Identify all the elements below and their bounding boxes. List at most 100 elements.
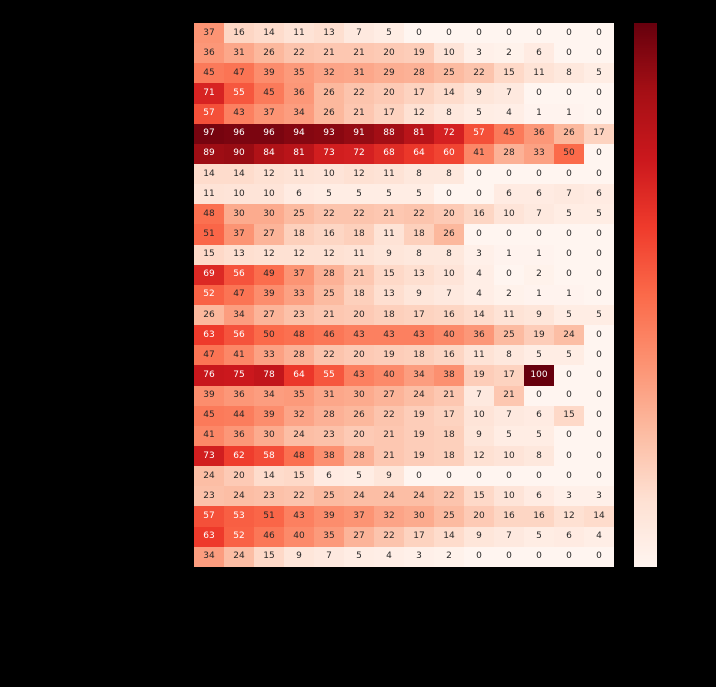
heatmap-cell: 1 [554,104,584,124]
heatmap-cell: 26 [434,224,464,244]
heatmap-cell: 9 [374,245,404,265]
heatmap-cell: 32 [374,506,404,526]
heatmap-cell: 37 [254,104,284,124]
heatmap-cell: 0 [404,466,434,486]
heatmap-cell: 0 [554,83,584,103]
heatmap-cell: 40 [434,325,464,345]
heatmap-cell: 23 [254,486,284,506]
heatmap-cell: 21 [344,265,374,285]
heatmap-cell: 17 [374,104,404,124]
heatmap-cell: 28 [494,144,524,164]
heatmap-cell: 14 [254,466,284,486]
heatmap-cell: 41 [464,144,494,164]
heatmap-cell: 0 [584,386,614,406]
heatmap-cell: 64 [284,365,314,385]
heatmap-cell: 28 [314,265,344,285]
heatmap-cell: 0 [494,224,524,244]
heatmap-cell: 0 [434,466,464,486]
heatmap-cell: 9 [464,426,494,446]
heatmap-cell: 23 [284,305,314,325]
heatmap-cell: 25 [434,63,464,83]
heatmap-cell: 22 [374,406,404,426]
heatmap-cell: 30 [254,204,284,224]
heatmap-cell: 81 [404,124,434,144]
heatmap-cell: 0 [584,285,614,305]
heatmap-cell: 5 [374,184,404,204]
heatmap-cell: 35 [314,527,344,547]
heatmap-cell: 11 [524,63,554,83]
heatmap-cell: 35 [284,386,314,406]
heatmap-cell: 89 [194,144,224,164]
heatmap-cell: 21 [434,386,464,406]
heatmap-cell: 23 [314,426,344,446]
heatmap-cell: 12 [284,245,314,265]
heatmap-cell: 26 [314,104,344,124]
heatmap-cell: 28 [344,446,374,466]
heatmap-cell: 5 [584,305,614,325]
heatmap-cell: 26 [194,305,224,325]
heatmap-cell: 10 [494,446,524,466]
heatmap-cell: 0 [584,365,614,385]
heatmap-cell: 19 [404,446,434,466]
heatmap-cell: 3 [464,245,494,265]
heatmap-cell: 0 [554,386,584,406]
heatmap-cell: 9 [404,285,434,305]
heatmap-cell: 39 [254,285,284,305]
heatmap-cell: 56 [224,265,254,285]
heatmap-cell: 0 [554,23,584,43]
heatmap-cell: 22 [344,83,374,103]
heatmap-cell: 37 [344,506,374,526]
heatmap-cell: 6 [524,43,554,63]
heatmap-cell: 21 [314,43,344,63]
heatmap-cell: 4 [494,104,524,124]
heatmap-cell: 33 [524,144,554,164]
heatmap-cell: 93 [314,124,344,144]
heatmap-cell: 0 [584,144,614,164]
heatmap-cell: 10 [314,164,344,184]
heatmap-cell: 34 [254,386,284,406]
heatmap-cell: 16 [314,224,344,244]
heatmap-cell: 5 [344,547,374,567]
heatmap-cell: 39 [254,406,284,426]
heatmap-cell: 12 [254,245,284,265]
heatmap-cell: 9 [284,547,314,567]
heatmap-cell: 0 [464,224,494,244]
heatmap-cell: 0 [494,547,524,567]
heatmap-cell: 18 [284,224,314,244]
heatmap-cell: 36 [194,43,224,63]
heatmap-cell: 31 [224,43,254,63]
heatmap-cell: 72 [344,144,374,164]
heatmap-cell: 0 [494,265,524,285]
heatmap-cell: 27 [254,224,284,244]
heatmap-cell: 6 [554,527,584,547]
heatmap-cell: 16 [434,305,464,325]
heatmap-cell: 8 [494,345,524,365]
heatmap-cell: 18 [434,446,464,466]
heatmap-cell: 43 [344,365,374,385]
heatmap-cell: 48 [284,325,314,345]
heatmap-cell: 24 [194,466,224,486]
heatmap-cell: 7 [494,406,524,426]
heatmap-cell: 0 [554,224,584,244]
heatmap-cell: 33 [254,345,284,365]
heatmap-cell: 6 [524,184,554,204]
heatmap-cell: 12 [464,446,494,466]
heatmap-cell: 15 [254,547,284,567]
heatmap-cell: 44 [224,406,254,426]
heatmap-cell: 24 [554,325,584,345]
heatmap-cell: 8 [434,164,464,184]
heatmap-cell: 16 [224,23,254,43]
heatmap-cell: 0 [554,547,584,567]
heatmap-cell: 1 [554,285,584,305]
heatmap-cell: 16 [524,506,554,526]
heatmap-cell: 20 [344,305,374,325]
heatmap-cell: 88 [374,124,404,144]
heatmap-cell: 15 [374,265,404,285]
heatmap-cell: 25 [434,506,464,526]
heatmap-cell: 2 [494,285,524,305]
heatmap-cell: 18 [374,305,404,325]
heatmap-cell: 84 [254,144,284,164]
heatmap-cell: 36 [284,83,314,103]
heatmap-cell: 58 [254,446,284,466]
heatmap-cell: 5 [404,184,434,204]
